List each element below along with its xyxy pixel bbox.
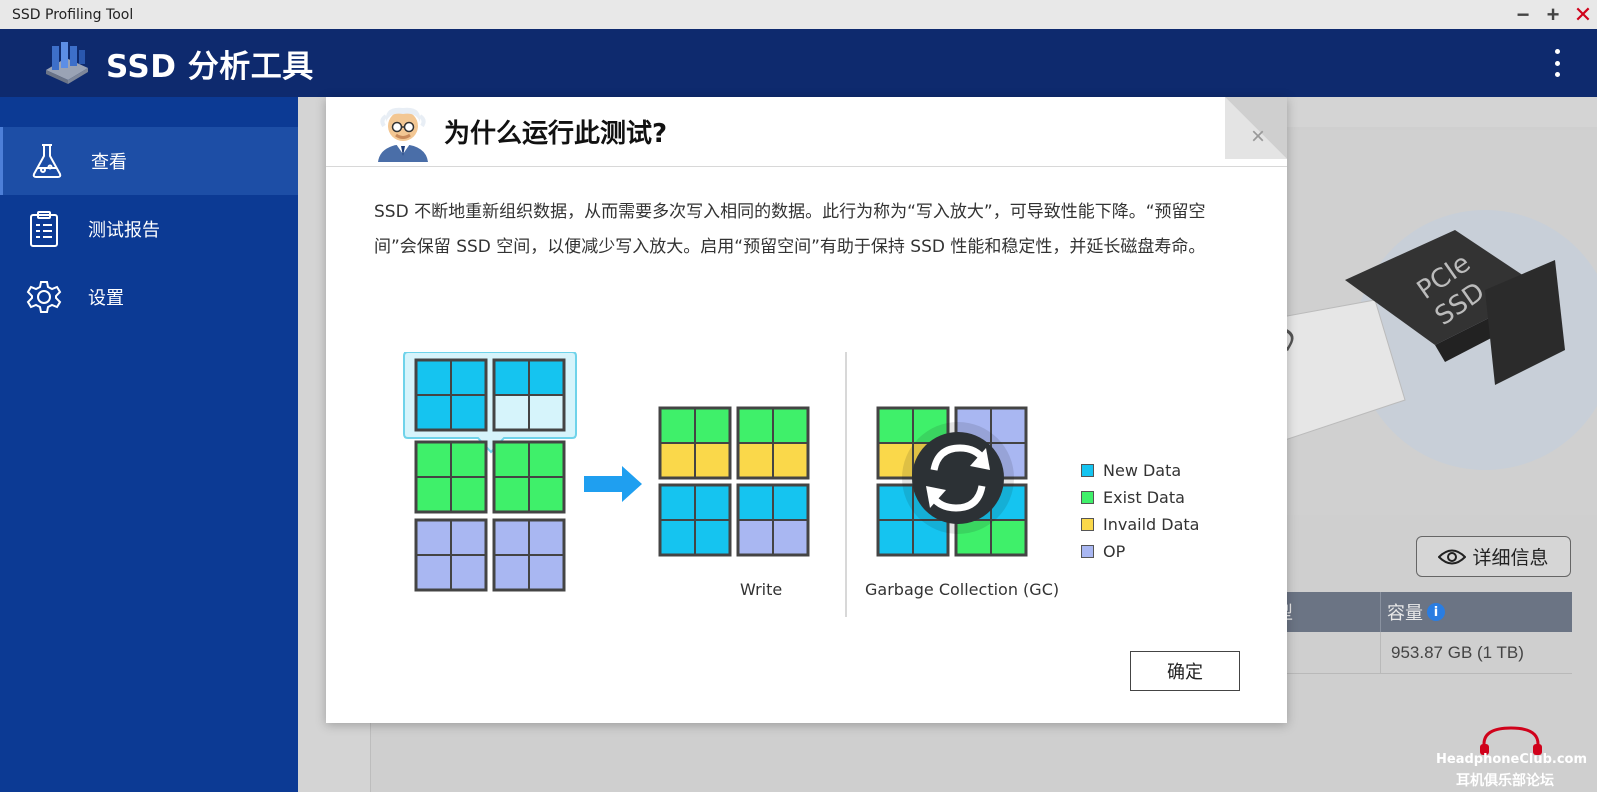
app-title: SSD 分析工具: [106, 48, 314, 85]
data-cell: [493, 394, 530, 431]
data-cell: [772, 442, 809, 479]
data-cell: [493, 519, 530, 556]
data-cell: [694, 519, 731, 556]
watermark-text-cn: 耳机俱乐部论坛: [1456, 773, 1554, 789]
dialog-header: 为什么运行此测试? ×: [326, 97, 1287, 167]
flask-icon: [27, 141, 67, 181]
data-cell: [528, 554, 565, 591]
legend-item-op: OP: [1081, 538, 1199, 565]
sidebar-item-settings[interactable]: 设置: [0, 263, 298, 331]
data-cell: [737, 407, 774, 444]
clipboard-icon: [24, 209, 64, 249]
column-capacity-header: 容量 i: [1380, 592, 1445, 632]
sidebar-item-test-report[interactable]: 测试报告: [0, 195, 298, 263]
detail-info-label: 详细信息: [1472, 547, 1549, 569]
data-cell: [737, 442, 774, 479]
legend-swatch: [1081, 518, 1094, 531]
watermark-text: HeadphoneClub.com: [1436, 752, 1588, 767]
ssd-hero-image: SD PCIe SSD: [1255, 130, 1597, 515]
sidebar-item-label: 设置: [88, 288, 124, 309]
legend: New Data Exist Data Invaild Data OP: [1081, 457, 1199, 565]
ssd-logo-icon: [42, 40, 92, 86]
data-cell: [772, 519, 809, 556]
data-cell: [415, 394, 452, 431]
data-cell: [528, 359, 565, 396]
legend-item-invalid-data: Invaild Data: [1081, 511, 1199, 538]
sidebar: 查看 测试报告 设置: [0, 97, 298, 792]
data-cell: [737, 484, 774, 521]
data-cell: [990, 519, 1027, 556]
window-title: SSD Profiling Tool: [12, 6, 134, 23]
data-cell: [415, 359, 452, 396]
data-cell: [877, 407, 914, 444]
data-cell: [877, 519, 914, 556]
kebab-menu-icon[interactable]: [1553, 49, 1561, 77]
data-cell: [415, 441, 452, 478]
data-cell: [450, 359, 487, 396]
refresh-icon: [902, 422, 1014, 534]
data-cell: [450, 394, 487, 431]
dialog-body-text: SSD 不断地重新组织数据，从而需要多次写入相同的数据。此行为称为“写入放大”，…: [374, 202, 1206, 257]
data-cell: [528, 394, 565, 431]
data-cell: [659, 407, 696, 444]
table-row[interactable]: 953.87 GB (1 TB): [1255, 631, 1572, 674]
sidebar-item-label: 测试报告: [88, 220, 160, 241]
data-cell: [493, 554, 530, 591]
cell-capacity: 953.87 GB (1 TB): [1380, 631, 1524, 674]
legend-item-new-data: New Data: [1081, 457, 1199, 484]
data-cell: [528, 441, 565, 478]
data-cell: [772, 484, 809, 521]
detail-info-button[interactable]: 详细信息: [1416, 536, 1571, 577]
data-cell: [493, 476, 530, 513]
gear-icon: [24, 277, 64, 317]
data-cell: [450, 519, 487, 556]
data-cell: [415, 519, 452, 556]
dialog-title: 为什么运行此测试?: [444, 119, 668, 149]
close-window-button[interactable]: ✕: [1573, 3, 1593, 25]
legend-swatch: [1081, 545, 1094, 558]
data-cell: [450, 441, 487, 478]
data-cell: [493, 359, 530, 396]
gc-label: Garbage Collection (GC): [865, 580, 1060, 599]
sidebar-item-overview[interactable]: 查看: [0, 127, 298, 195]
legend-swatch: [1081, 491, 1094, 504]
data-cell: [659, 442, 696, 479]
capacity-header-label: 容量: [1387, 603, 1423, 624]
eye-icon: [1438, 549, 1467, 564]
data-cell: [737, 519, 774, 556]
data-cell: [694, 484, 731, 521]
data-cell: [659, 484, 696, 521]
data-cell: [450, 554, 487, 591]
sidebar-item-label: 查看: [91, 152, 127, 173]
info-icon[interactable]: i: [1427, 603, 1445, 621]
data-cell: [493, 441, 530, 478]
data-cell: [415, 476, 452, 513]
close-icon[interactable]: ×: [1251, 125, 1265, 149]
write-amplification-illustration: Write Garbage Collection (GC) New Data E…: [386, 351, 1216, 642]
data-cell: [528, 519, 565, 556]
professor-avatar-icon: [374, 102, 432, 162]
minimize-button[interactable]: −: [1513, 3, 1533, 25]
data-cell: [450, 476, 487, 513]
write-label: Write: [740, 580, 783, 599]
legend-swatch: [1081, 464, 1094, 477]
data-cell: [694, 442, 731, 479]
arrow-right-icon: [584, 466, 642, 502]
legend-item-exist-data: Exist Data: [1081, 484, 1199, 511]
app-header: SSD 分析工具: [0, 29, 1597, 97]
data-cell: [694, 407, 731, 444]
maximize-button[interactable]: +: [1543, 3, 1563, 25]
data-cell: [772, 407, 809, 444]
data-cell: [528, 476, 565, 513]
data-cell: [415, 554, 452, 591]
os-titlebar: SSD Profiling Tool − + ✕: [0, 0, 1597, 29]
watermark-logo: HeadphoneClub.com 耳机俱乐部论坛: [1436, 726, 1588, 790]
table-header: 型 容量 i: [1255, 592, 1572, 632]
window-controls: − + ✕: [1513, 0, 1597, 29]
info-dialog: 为什么运行此测试? × SSD 不断地重新组织数据，从而需要多次写入相同的数据。…: [326, 97, 1287, 723]
data-cell: [659, 519, 696, 556]
ok-button[interactable]: 确定: [1130, 651, 1240, 691]
